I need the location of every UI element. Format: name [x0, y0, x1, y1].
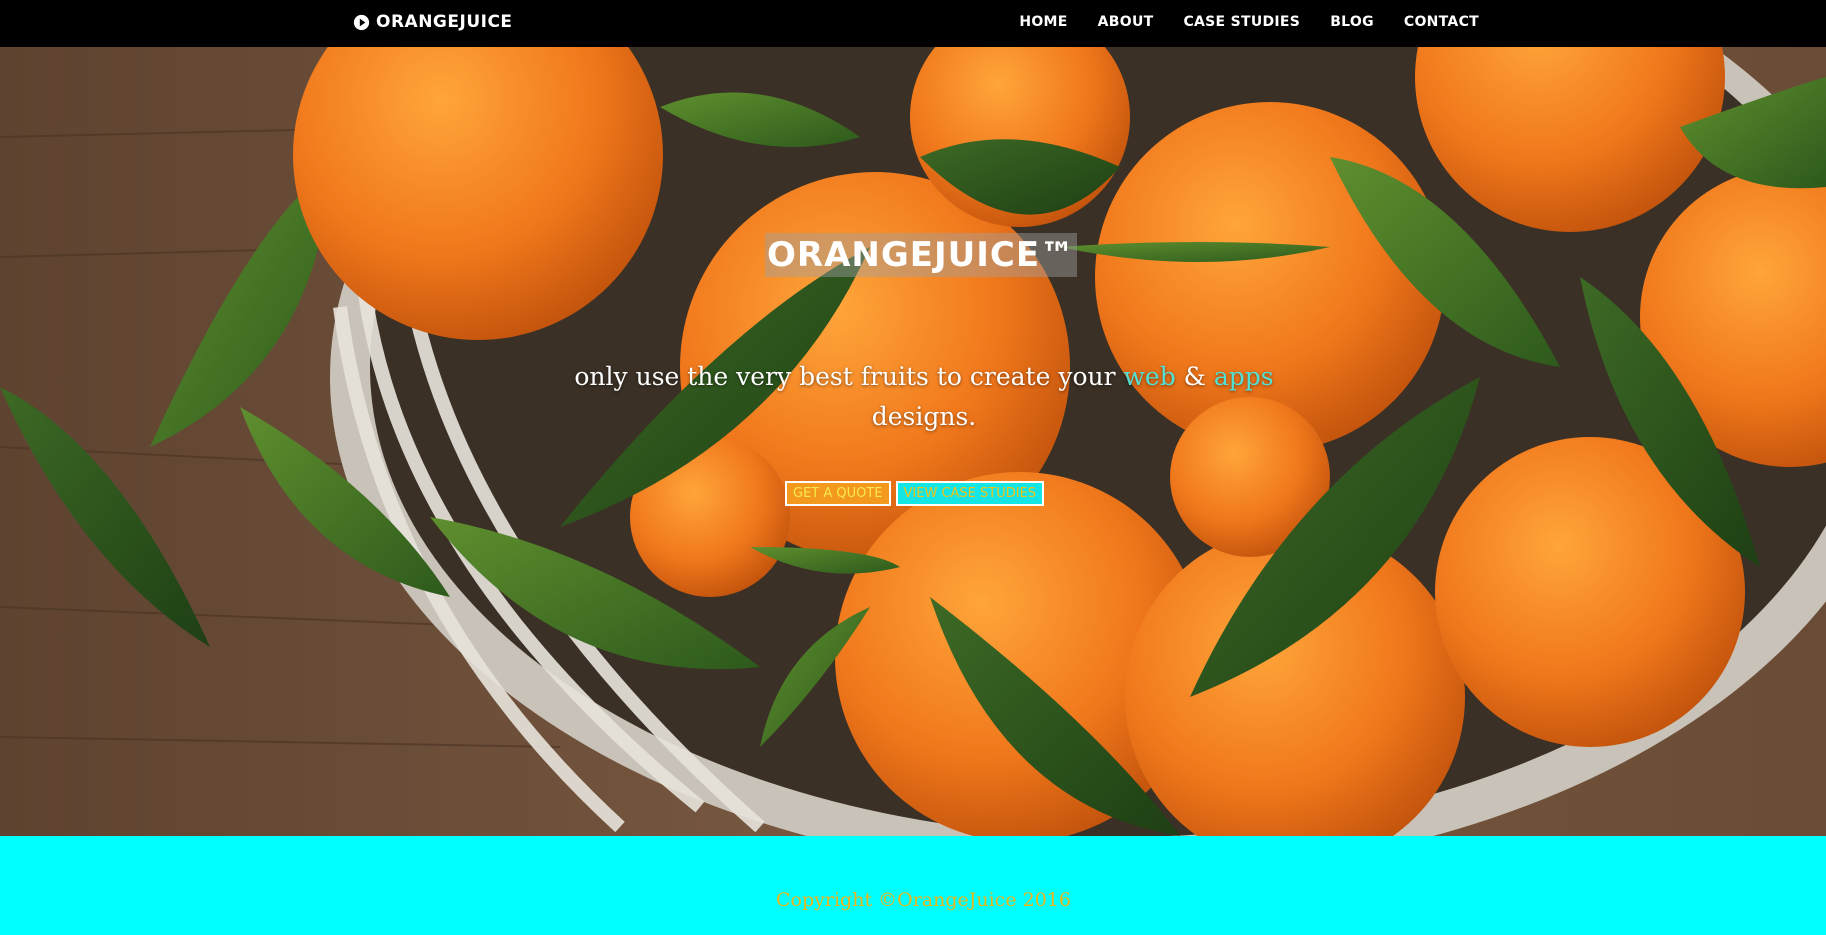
navbar: ORANGEJUICE HOME ABOUT CASE STUDIES BLOG…	[0, 0, 1826, 47]
tagline-ampersand: &	[1175, 362, 1214, 391]
nav-link-home[interactable]: HOME	[1019, 14, 1067, 30]
nav-link-contact[interactable]: CONTACT	[1404, 14, 1479, 30]
brand-name: ORANGEJUICE	[376, 12, 513, 32]
copyright-text: Copyright ©OrangeJuice 2016	[776, 889, 1071, 911]
nav-link-blog[interactable]: BLOG	[1330, 14, 1374, 30]
get-a-quote-button[interactable]: GET A QUOTE	[785, 481, 891, 506]
hero-section: ORANGEJUICE™ only use the very best frui…	[0, 47, 1826, 836]
brand-logo-link[interactable]: ORANGEJUICE	[353, 10, 513, 34]
play-circle-icon	[353, 14, 370, 30]
footer: Copyright ©OrangeJuice 2016	[0, 836, 1826, 935]
hero-background-image	[0, 47, 1826, 836]
hero-cta-group: GET A QUOTE VIEW CASE STUDIES	[785, 481, 1045, 506]
nav-link-about[interactable]: ABOUT	[1098, 14, 1154, 30]
tagline-apps-link[interactable]: apps	[1214, 362, 1274, 391]
hero-title: ORANGEJUICE™	[765, 233, 1078, 277]
hero-tagline: only use the very best fruits to create …	[560, 357, 1288, 437]
tagline-web-link[interactable]: web	[1124, 362, 1176, 391]
tagline-text-end: designs.	[871, 402, 977, 431]
nav-link-case-studies[interactable]: CASE STUDIES	[1183, 14, 1300, 30]
main-nav: HOME ABOUT CASE STUDIES BLOG CONTACT	[1019, 0, 1479, 44]
view-case-studies-button[interactable]: VIEW CASE STUDIES	[895, 481, 1045, 506]
tagline-text-start: only use the very best fruits to create …	[574, 362, 1124, 391]
